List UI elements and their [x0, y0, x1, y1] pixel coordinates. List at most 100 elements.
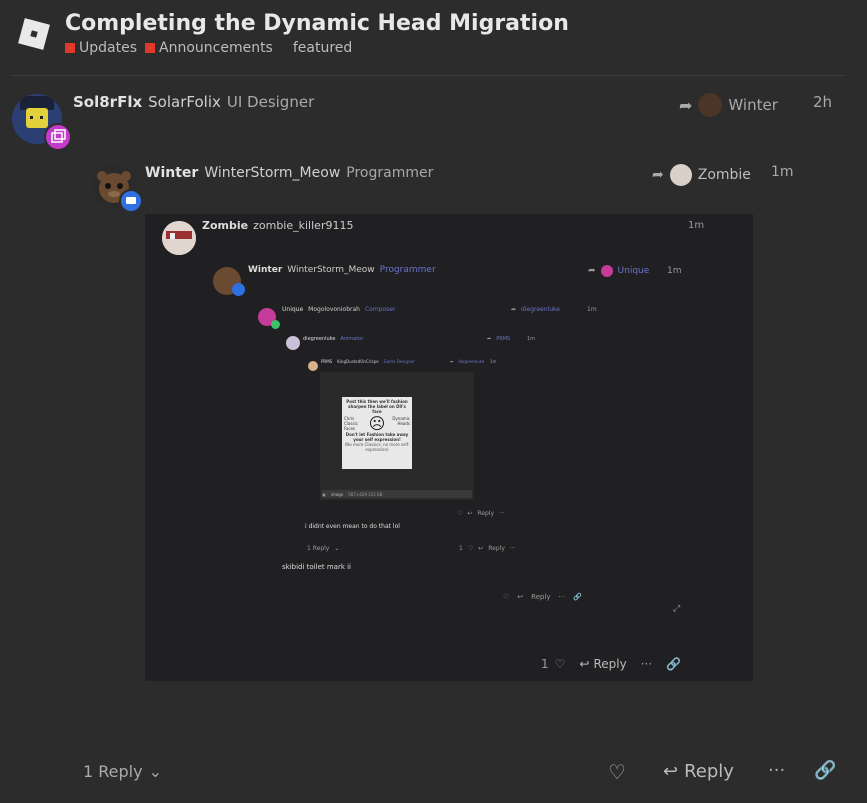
avatar: [286, 336, 300, 350]
embedded-screenshot[interactable]: Zombie zombie_killer9115 1m Winter Winte…: [145, 214, 753, 681]
more-icon[interactable]: ···: [768, 760, 785, 781]
reply-count: 1 Reply: [307, 545, 330, 552]
user-title: UI Designer: [226, 93, 315, 111]
topic-title[interactable]: Completing the Dynamic Head Migration: [65, 11, 569, 36]
nested-actions: ♡ ↩ Reply ···: [457, 510, 505, 517]
reply-label: Reply: [477, 510, 495, 517]
reply-to-username: Zombie: [697, 167, 751, 183]
display-name[interactable]: WinterStorm_Meow: [204, 165, 340, 181]
post-author: Sol8rFlx SolarFolix UI Designer: [73, 93, 314, 111]
like-group: 1 ♡: [541, 657, 565, 671]
more-icon: ···: [499, 510, 505, 517]
reply-to-username: diegreenluke: [458, 359, 485, 364]
category-announcements[interactable]: Announcements: [145, 40, 273, 56]
reply-arrow-icon: ↩: [579, 657, 590, 671]
quote-author: Winter WinterStorm_Meow Programmer: [145, 165, 433, 181]
more-icon: ···: [640, 657, 653, 671]
reply-to-username: PRMS: [496, 336, 511, 342]
display-name: WinterStorm_Meow: [287, 265, 375, 275]
embedded-author: Unique Mogolovoniobrah Composer: [282, 306, 395, 313]
reply-arrow-icon: ➦: [652, 167, 664, 183]
post-date: 1m: [688, 220, 705, 231]
image-size: 587×429 315 KB: [348, 491, 383, 497]
meme-card: Post this then we'll fashion sharpen the…: [342, 397, 412, 469]
heart-icon: ♡: [554, 657, 566, 671]
embedded-author: diegreenluke Animator: [303, 336, 363, 342]
image-icon: ▣: [322, 491, 326, 497]
expand-icon: ⤢: [673, 604, 681, 614]
embedded-author: Winter WinterStorm_Meow Programmer: [248, 265, 436, 275]
reply-label: Reply: [684, 761, 734, 782]
reply-arrow-icon: ➦: [511, 306, 517, 313]
display-name: KingDustedOnCrispe: [337, 359, 379, 364]
composer-flair-icon: [271, 320, 280, 329]
replies-toggle: 1 Reply ⌄: [307, 545, 339, 552]
user-title: Composer: [364, 306, 396, 313]
display-name[interactable]: SolarFolix: [148, 93, 221, 111]
reply-arrow-icon: ↩: [663, 761, 679, 782]
post-date[interactable]: 1m: [771, 164, 794, 180]
avatar: [162, 221, 196, 255]
reply-arrow-icon: ➦: [450, 359, 454, 364]
post-actions: 1 ♡ ↩ Reply ··· 🔗: [541, 657, 681, 671]
image-caption: ▣ image 587×429 315 KB: [322, 490, 472, 498]
reply-to-username: diegreenluke: [521, 306, 560, 313]
more-icon: ···: [509, 545, 516, 552]
username: Winter: [248, 265, 283, 275]
replies-toggle[interactable]: 1 Reply ⌄: [83, 762, 162, 781]
programmer-flair-icon: [119, 189, 143, 213]
username: Zombie: [202, 219, 249, 232]
username: Unique: [282, 306, 304, 313]
user-title: Animator: [340, 336, 364, 342]
reply-button[interactable]: ↩ Reply: [663, 761, 734, 782]
post-date: 1m: [587, 306, 597, 313]
display-name: zombie_killer9115: [253, 219, 354, 232]
reply-arrow-icon: ➦: [487, 336, 492, 342]
reply-count: 1 Reply: [83, 762, 143, 781]
reply-to-tab: ➦ PRMS: [487, 336, 510, 342]
post-date[interactable]: 2h: [813, 93, 832, 111]
category-color-swatch: [145, 43, 155, 53]
image-label: image: [330, 491, 344, 497]
roblox-logo[interactable]: [17, 17, 51, 51]
reply-to-avatar: [698, 93, 723, 117]
username[interactable]: Sol8rFlx: [73, 93, 142, 111]
reply-to-username: Winter: [728, 96, 778, 114]
reply-to-tab[interactable]: ➦ Winter: [679, 93, 778, 117]
reply-to-tab: ➦ diegreenluke: [450, 359, 484, 364]
post-actions: 1 ♡ ↩ Reply ···: [459, 545, 516, 552]
chevron-down-icon: ⌄: [148, 762, 162, 781]
heart-icon[interactable]: ♡: [608, 760, 626, 784]
category-color-swatch: [65, 43, 75, 53]
reply-arrow-icon: ↩: [467, 510, 473, 517]
post-date: 1m: [527, 336, 536, 342]
reply-to-tab: ➦ Unique: [588, 265, 649, 277]
reply-to-tab[interactable]: ➦ Zombie: [652, 164, 751, 186]
category-updates[interactable]: Updates: [65, 40, 137, 56]
link-icon: 🔗: [666, 657, 682, 671]
reply-label: Reply: [593, 657, 627, 671]
heart-icon: ♡: [457, 510, 463, 517]
link-icon: 🔗: [573, 593, 582, 601]
heart-icon: ♡: [503, 593, 510, 601]
reply-arrow-icon: ➦: [588, 266, 596, 276]
category-label: Announcements: [159, 40, 273, 56]
post-date: 1m: [490, 359, 497, 364]
reply-label: Reply: [488, 545, 505, 552]
tag-featured[interactable]: featured: [293, 40, 352, 56]
sad-face-icon: ☹: [368, 414, 386, 433]
user-title: Game Designer: [383, 359, 415, 364]
meme-right-text: Dynamic Heads: [392, 416, 410, 426]
group-flair-icon: [44, 123, 72, 151]
username[interactable]: Winter: [145, 165, 198, 181]
category-label: Updates: [79, 40, 137, 56]
link-icon[interactable]: 🔗: [814, 760, 836, 781]
user-title: Programmer: [379, 265, 436, 275]
post-actions: ♡ ↩ Reply ··· 🔗: [503, 593, 582, 601]
divider: [10, 75, 846, 76]
meme-smallprint: (No more Classics, no more self-expressi…: [344, 442, 410, 452]
reply-label: Reply: [531, 593, 551, 601]
avatar: [308, 361, 318, 371]
meme-bottom-text: Don't let Fashion take away your self ex…: [345, 432, 409, 442]
meme-middle: Chris Classic Faces ☹ Dynamic Heads: [342, 416, 412, 432]
